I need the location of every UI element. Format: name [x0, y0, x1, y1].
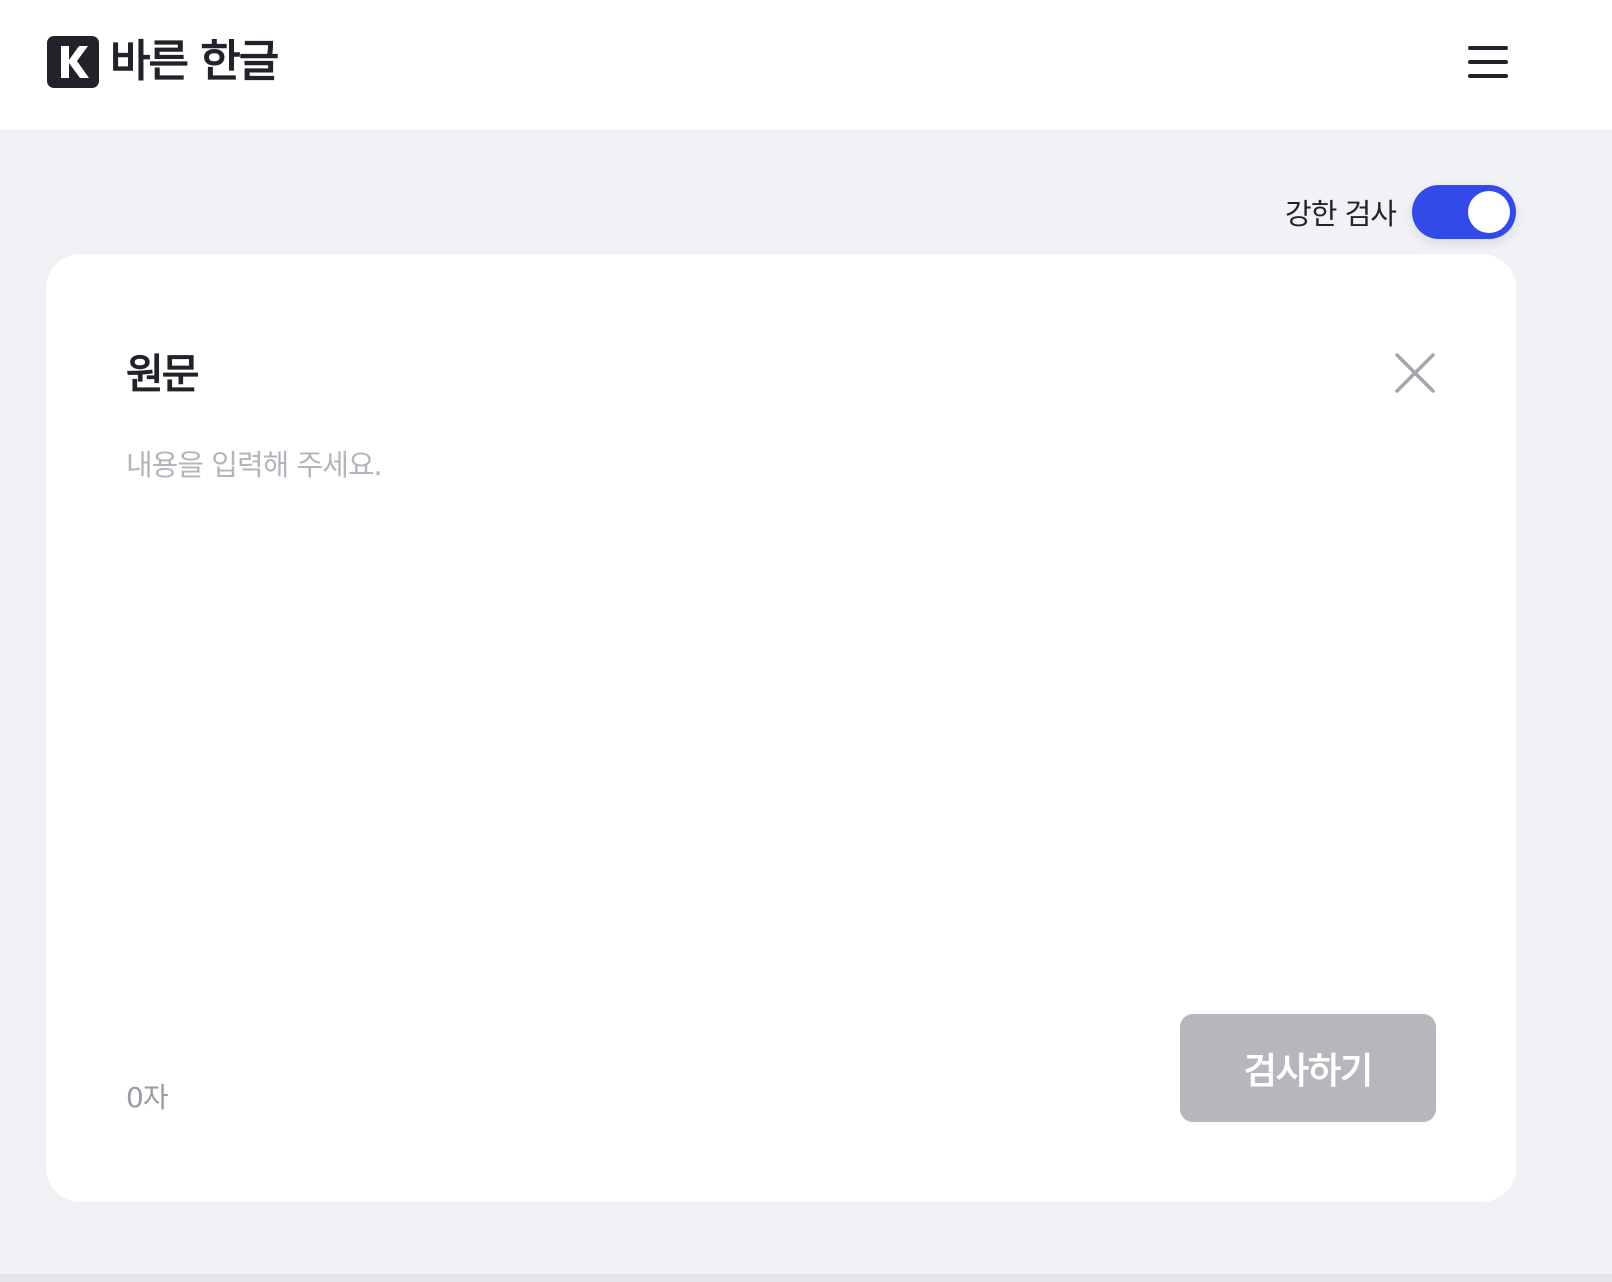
- editor-card: 원문 0자 검사하기: [46, 254, 1516, 1202]
- app-logo[interactable]: 바른 한글: [47, 36, 279, 88]
- close-icon[interactable]: [1393, 351, 1437, 395]
- app-header: 바른 한글: [0, 0, 1612, 130]
- char-count: 0자: [126, 1081, 169, 1114]
- logo-k-icon: [47, 36, 99, 88]
- toggle-knob: [1468, 191, 1510, 233]
- hamburger-menu-icon[interactable]: [1466, 40, 1510, 84]
- strict-check-label: 강한 검사: [1285, 197, 1397, 231]
- strict-check-toggle[interactable]: [1412, 185, 1516, 239]
- original-text-input[interactable]: [126, 442, 1436, 972]
- strict-check-option: 강한 검사: [1285, 185, 1516, 239]
- app-name: 바른 한글: [110, 36, 279, 87]
- bottom-divider: [0, 1274, 1612, 1282]
- check-button[interactable]: 검사하기: [1180, 1014, 1436, 1122]
- editor-title: 원문: [126, 350, 199, 398]
